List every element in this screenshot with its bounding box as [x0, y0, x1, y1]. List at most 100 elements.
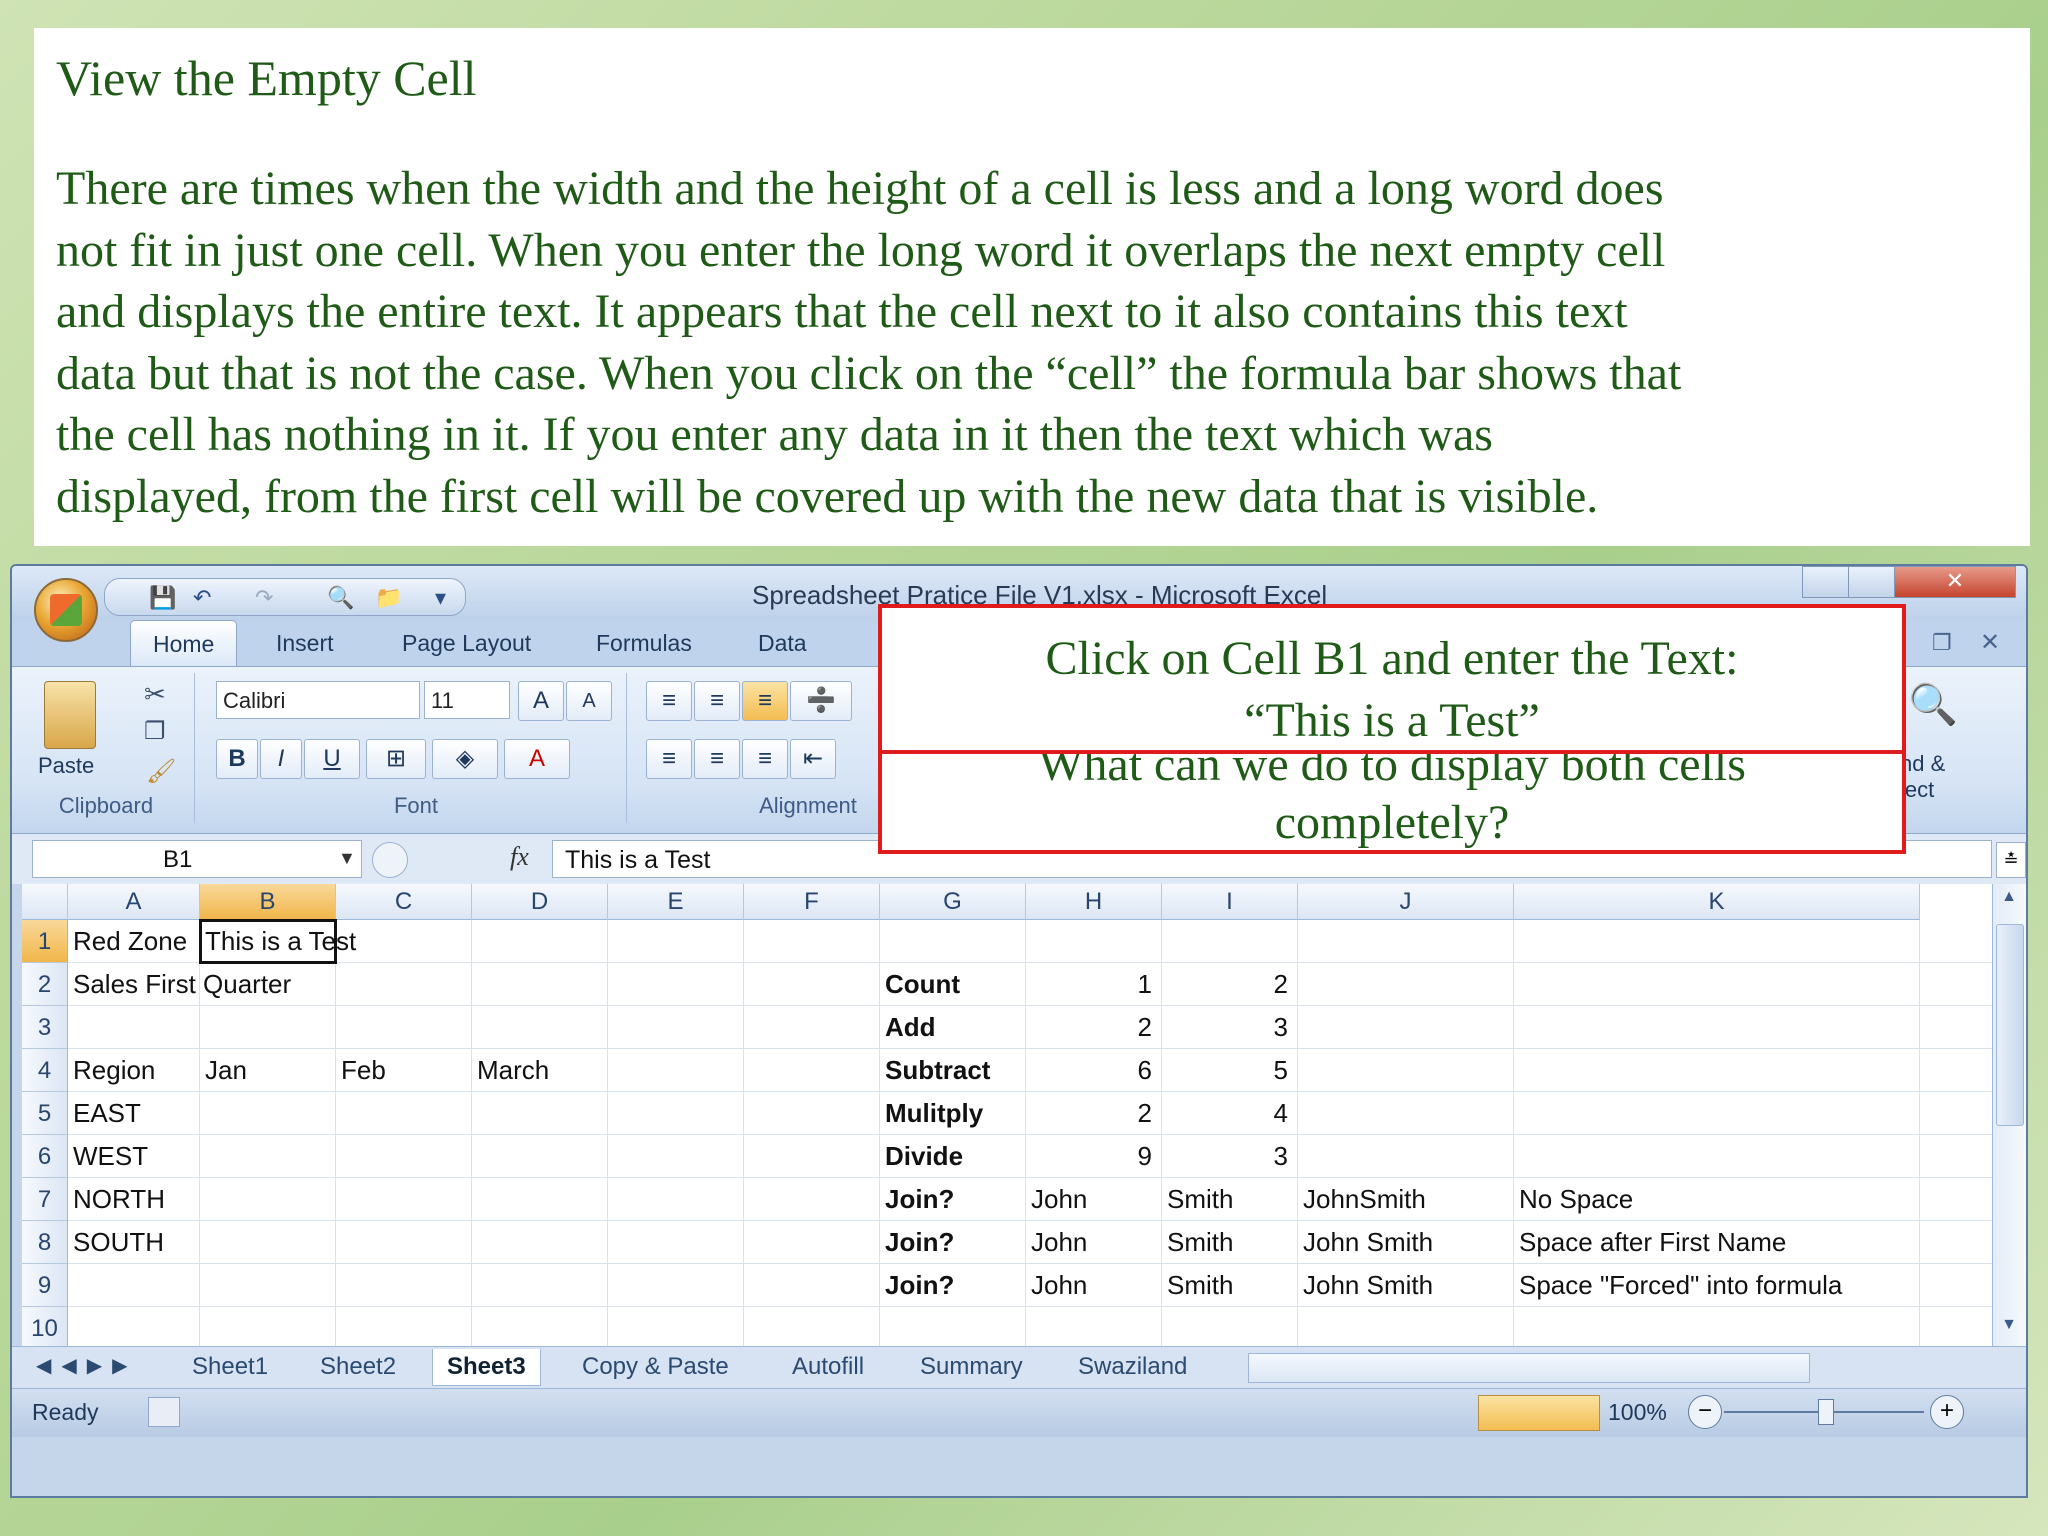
cell-k9[interactable]: Space "Forced" into formula — [1514, 1264, 1842, 1307]
maximize-icon[interactable] — [1848, 566, 1896, 598]
column-header-i[interactable]: I — [1162, 884, 1298, 920]
view-buttons[interactable] — [1478, 1395, 1600, 1431]
vertical-scrollbar[interactable]: ▲ ▼ — [1992, 884, 2026, 1346]
cell-k8[interactable]: Space after First Name — [1514, 1221, 1786, 1264]
ribbon-restore-icon[interactable]: ❐ — [1932, 630, 1952, 656]
align-top-icon[interactable]: ≡ — [646, 681, 692, 721]
paste-label[interactable]: Paste — [38, 753, 94, 779]
insert-function-icon[interactable]: fx — [510, 842, 529, 872]
cell-g2[interactable]: Count — [880, 963, 960, 1006]
cell-h8[interactable]: John — [1026, 1221, 1087, 1264]
open-folder-icon[interactable]: 📁 — [375, 585, 402, 611]
cell-j7[interactable]: JohnSmith — [1298, 1178, 1426, 1221]
fill-color-icon[interactable]: ◈ — [432, 739, 498, 779]
row-header-2[interactable]: 2 — [22, 963, 68, 1006]
copy-icon[interactable]: ❐ — [144, 717, 166, 746]
find-select-label[interactable]: nd & lect — [1900, 751, 1945, 803]
cell-b4[interactable]: Jan — [200, 1049, 247, 1092]
cell-h3[interactable]: 2 — [1026, 1006, 1162, 1049]
cell-g7[interactable]: Join? — [880, 1178, 954, 1221]
cell-h9[interactable]: John — [1026, 1264, 1087, 1307]
format-painter-icon[interactable]: 🖌 — [146, 757, 176, 786]
print-preview-icon[interactable]: 🔍 — [327, 585, 354, 611]
cell-g9[interactable]: Join? — [880, 1264, 954, 1307]
cell-h5[interactable]: 2 — [1026, 1092, 1162, 1135]
row-header-7[interactable]: 7 — [22, 1178, 68, 1221]
cell-g8[interactable]: Join? — [880, 1221, 954, 1264]
row-header-9[interactable]: 9 — [22, 1264, 68, 1307]
zoom-level[interactable]: 100% — [1608, 1399, 1667, 1426]
zoom-slider-thumb[interactable] — [1818, 1399, 1834, 1425]
find-select-icon[interactable]: 🔍 — [1908, 681, 1958, 728]
row-header-3[interactable]: 3 — [22, 1006, 68, 1049]
row-header-1[interactable]: 1 — [22, 920, 68, 963]
sheet-nav-icons[interactable]: ◀◀▶▶ — [36, 1353, 138, 1378]
cell-a2[interactable]: Sales First Quarter — [68, 963, 291, 1006]
cell-i8[interactable]: Smith — [1162, 1221, 1233, 1264]
row-header-5[interactable]: 5 — [22, 1092, 68, 1135]
sheet-tab-sheet2[interactable]: Sheet2 — [306, 1349, 410, 1385]
cell-i6[interactable]: 3 — [1162, 1135, 1298, 1178]
formula-cancel-icon[interactable] — [372, 842, 408, 878]
italic-button[interactable]: I — [260, 739, 302, 779]
customize-qat-icon[interactable]: ▾ — [435, 585, 446, 611]
sheet-tab-copy-paste[interactable]: Copy & Paste — [568, 1349, 743, 1385]
borders-icon[interactable]: ⊞ — [366, 739, 426, 779]
shrink-font-button[interactable]: A — [566, 681, 612, 721]
minimize-icon[interactable] — [1802, 566, 1850, 598]
cell-j9[interactable]: John Smith — [1298, 1264, 1433, 1307]
align-right-icon[interactable]: ≡ — [742, 739, 788, 779]
tab-insert[interactable]: Insert — [276, 630, 334, 657]
cell-i5[interactable]: 4 — [1162, 1092, 1298, 1135]
row-header-4[interactable]: 4 — [22, 1049, 68, 1092]
row-header-6[interactable]: 6 — [22, 1135, 68, 1178]
column-header-d[interactable]: D — [472, 884, 608, 920]
column-header-b[interactable]: B — [200, 884, 336, 920]
align-bottom-icon[interactable]: ≡ — [742, 681, 788, 721]
cell-a7[interactable]: NORTH — [68, 1178, 165, 1221]
row-header-8[interactable]: 8 — [22, 1221, 68, 1264]
column-header-g[interactable]: G — [880, 884, 1026, 920]
column-header-k[interactable]: K — [1514, 884, 1920, 920]
cell-i9[interactable]: Smith — [1162, 1264, 1233, 1307]
zoom-out-icon[interactable]: − — [1688, 1395, 1722, 1429]
undo-icon[interactable]: ↶ — [193, 585, 211, 611]
bold-button[interactable]: B — [216, 739, 258, 779]
cell-g4[interactable]: Subtract — [880, 1049, 990, 1092]
cell-c4[interactable]: Feb — [336, 1049, 386, 1092]
sheet-tab-sheet3[interactable]: Sheet3 — [432, 1349, 541, 1386]
cell-i7[interactable]: Smith — [1162, 1178, 1233, 1221]
office-button[interactable] — [34, 578, 98, 642]
cell-g3[interactable]: Add — [880, 1006, 936, 1049]
cell-k7[interactable]: No Space — [1514, 1178, 1633, 1221]
paste-icon[interactable] — [44, 681, 96, 749]
cell-i4[interactable]: 5 — [1162, 1049, 1298, 1092]
font-name-select[interactable]: Calibri — [216, 681, 420, 719]
worksheet-grid[interactable]: A B C D E F G H I J K 1 2 3 4 5 6 7 8 9 10 Red Zone This is a … — [22, 884, 1992, 1346]
align-left-icon[interactable]: ≡ — [646, 739, 692, 779]
cell-a4[interactable]: Region — [68, 1049, 155, 1092]
align-middle-icon[interactable]: ≡ — [694, 681, 740, 721]
sheet-tab-sheet1[interactable]: Sheet1 — [178, 1349, 282, 1385]
scroll-down-icon[interactable]: ▼ — [1997, 1316, 2021, 1340]
row-header-10[interactable]: 10 — [22, 1307, 68, 1346]
name-box-dropdown-icon[interactable]: ▼ — [338, 848, 356, 869]
scroll-up-icon[interactable]: ▲ — [1997, 888, 2021, 912]
font-size-select[interactable]: 11 — [424, 681, 510, 719]
decrease-indent-icon[interactable]: ⇤ — [790, 739, 836, 779]
tab-home[interactable]: Home — [130, 620, 238, 666]
column-header-h[interactable]: H — [1026, 884, 1162, 920]
expand-formula-bar-icon[interactable]: ≛ — [1996, 842, 2026, 878]
align-center-icon[interactable]: ≡ — [694, 739, 740, 779]
column-header-c[interactable]: C — [336, 884, 472, 920]
cell-h6[interactable]: 9 — [1026, 1135, 1162, 1178]
cell-g5[interactable]: Mulitply — [880, 1092, 983, 1135]
cell-i3[interactable]: 3 — [1162, 1006, 1298, 1049]
cell-h7[interactable]: John — [1026, 1178, 1087, 1221]
close-icon[interactable]: ✕ — [1894, 566, 2016, 598]
tab-data[interactable]: Data — [758, 630, 807, 657]
sheet-tab-autofill[interactable]: Autofill — [778, 1349, 878, 1385]
cell-i2[interactable]: 2 — [1162, 963, 1298, 1006]
cell-a6[interactable]: WEST — [68, 1135, 148, 1178]
cell-h4[interactable]: 6 — [1026, 1049, 1162, 1092]
